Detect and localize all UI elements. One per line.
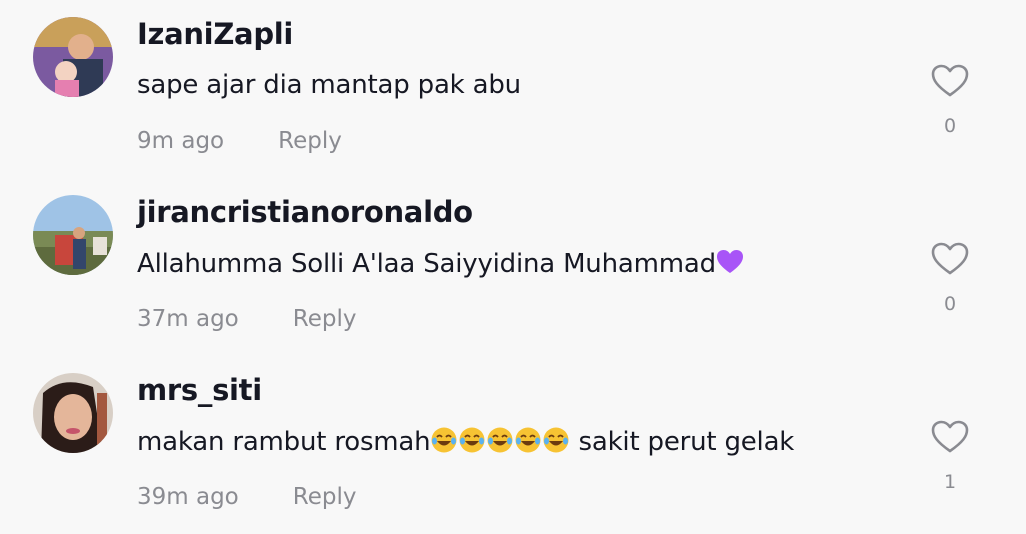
reply-button[interactable]: Reply <box>293 484 357 510</box>
laughing-emoji-icon <box>430 426 458 454</box>
timestamp: 9m ago <box>137 128 225 154</box>
heart-icon <box>931 242 969 275</box>
laughing-emoji-icon <box>514 426 542 454</box>
laughing-emoji-icon <box>486 426 514 454</box>
comment-text: Allahumma Solli A'laa Saiyyidina Muhamma… <box>137 248 744 279</box>
comment-item: jirancristianoronaldo Allahumma Solli A'… <box>0 178 1026 356</box>
purple-heart-icon <box>716 248 744 276</box>
comment-text: makan rambut rosmah sakit perut gelak <box>137 426 794 457</box>
comment-meta: 9m ago Reply <box>137 128 342 154</box>
comment-text-content: sakit perut gelak <box>570 427 795 457</box>
avatar-photo <box>33 195 113 275</box>
comment-text-content: makan rambut rosmah <box>137 427 431 457</box>
avatar[interactable] <box>33 195 113 275</box>
username[interactable]: mrs_siti <box>137 373 262 407</box>
like-count: 0 <box>943 115 957 137</box>
comment-text: sape ajar dia mantap pak abu <box>137 70 521 100</box>
like-button[interactable]: 0 <box>927 242 973 315</box>
laughing-emoji-icon <box>458 426 486 454</box>
like-count: 1 <box>943 471 957 493</box>
timestamp: 37m ago <box>137 306 239 332</box>
comment-meta: 39m ago Reply <box>137 484 356 510</box>
laughing-emoji-icon <box>542 426 570 454</box>
reply-button[interactable]: Reply <box>293 306 357 332</box>
username[interactable]: IzaniZapli <box>137 17 293 51</box>
heart-icon <box>931 420 969 453</box>
reply-button[interactable]: Reply <box>278 128 342 154</box>
username[interactable]: jirancristianoronaldo <box>137 195 473 229</box>
avatar[interactable] <box>33 373 113 453</box>
avatar[interactable] <box>33 17 113 97</box>
timestamp: 39m ago <box>137 484 239 510</box>
avatar-photo <box>33 373 113 453</box>
like-button[interactable]: 1 <box>927 420 973 493</box>
heart-icon <box>931 64 969 97</box>
avatar-photo <box>33 17 113 97</box>
like-count: 0 <box>943 293 957 315</box>
comment-text-content: Allahumma Solli A'laa Saiyyidina Muhamma… <box>137 249 716 279</box>
like-button[interactable]: 0 <box>927 64 973 137</box>
comment-item: IzaniZapli sape ajar dia mantap pak abu … <box>0 0 1026 178</box>
comment-meta: 37m ago Reply <box>137 306 356 332</box>
comment-item: mrs_siti makan rambut rosmah sakit perut… <box>0 356 1026 534</box>
